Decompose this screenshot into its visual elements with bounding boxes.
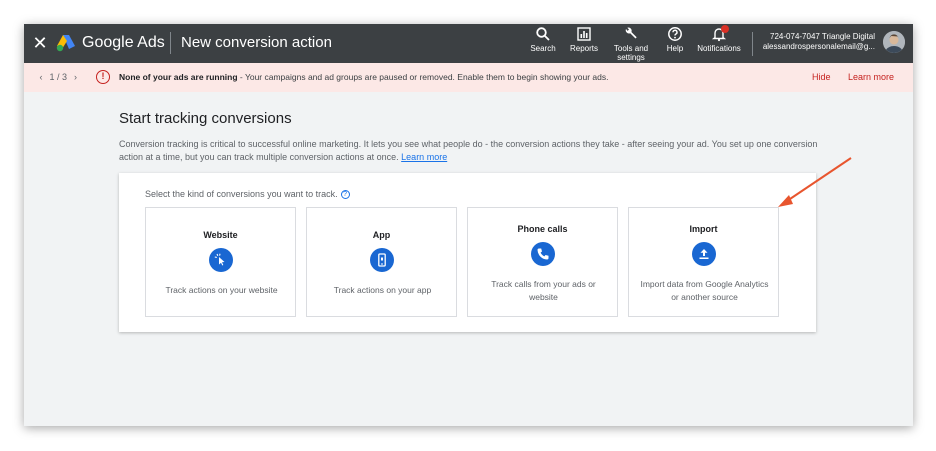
hide-button[interactable]: Hide [812, 72, 831, 83]
conversion-type-prompt: Select the kind of conversions you want … [145, 189, 350, 200]
pager-count: 1 / 3 [49, 72, 68, 82]
brand-name: Google Ads [82, 34, 165, 51]
description-learn-more-link[interactable]: Learn more [401, 152, 447, 162]
option-phone-calls[interactable]: Phone calls Track calls from your ads or… [467, 207, 618, 317]
banner-message: None of your ads are running - Your camp… [119, 72, 608, 83]
account-divider [752, 32, 753, 56]
phone-app-icon [370, 248, 394, 272]
error-icon: ! [96, 70, 110, 84]
chevron-right-icon[interactable]: › [70, 72, 82, 83]
help-icon [668, 27, 682, 41]
upload-icon [692, 242, 716, 266]
option-description: Track calls from your ads or website [491, 279, 596, 302]
bar-chart-icon [577, 27, 591, 41]
help-button[interactable]: Help [663, 26, 687, 53]
option-import[interactable]: Import Import data from Google Analytics… [628, 207, 779, 317]
option-description: Track actions on your website [165, 285, 278, 295]
option-website[interactable]: Website Track actions on your website [145, 207, 296, 317]
conversion-type-card: Select the kind of conversions you want … [119, 173, 816, 332]
banner-headline: None of your ads are running [119, 72, 238, 82]
option-title: App [372, 230, 391, 240]
google-ads-logo [56, 35, 75, 52]
title-divider [170, 32, 171, 54]
avatar-image [883, 31, 905, 53]
wrench-icon [625, 27, 637, 39]
tools-settings-label: Tools and settings [613, 44, 649, 62]
option-title: Website [203, 230, 238, 240]
alert-banner: ‹ 1 / 3 › ! None of your ads are running… [24, 63, 913, 92]
option-description: Import data from Google Analytics or ano… [640, 279, 769, 302]
notifications-button[interactable]: Notifications [694, 25, 744, 53]
option-app[interactable]: App Track actions on your app [306, 207, 457, 317]
close-icon[interactable]: ✕ [30, 33, 50, 53]
page-title: New conversion action [181, 34, 332, 51]
search-icon [536, 27, 550, 41]
page-heading: Start tracking conversions [119, 110, 292, 127]
page-description: Conversion tracking is critical to succe… [119, 138, 819, 164]
search-button[interactable]: Search [530, 26, 556, 53]
cursor-click-icon [209, 248, 233, 272]
prompt-text: Select the kind of conversions you want … [145, 189, 338, 199]
option-description: Track actions on your app [333, 285, 432, 295]
notification-badge [721, 25, 729, 33]
account-info[interactable]: 724-074-7047 Triangle Digital alessandro… [760, 32, 875, 52]
reports-label: Reports [569, 44, 598, 53]
top-bar: ✕ Google Ads New conversion action Searc… [24, 24, 913, 63]
avatar[interactable] [883, 31, 905, 53]
account-email: alessandrospersonalemail@g... [762, 42, 875, 51]
account-id: 724-074-7047 Triangle Digital [770, 32, 875, 41]
tools-settings-button[interactable]: Tools and settings [611, 26, 651, 62]
notifications-label: Notifications [697, 44, 741, 53]
option-title: Import [689, 224, 718, 234]
banner-learn-more-link[interactable]: Learn more [848, 72, 894, 83]
chevron-left-icon[interactable]: ‹ [35, 72, 47, 83]
reports-button[interactable]: Reports [568, 26, 600, 53]
banner-pager: ‹ 1 / 3 › [35, 72, 82, 83]
app-window: ✕ Google Ads New conversion action Searc… [24, 24, 913, 426]
banner-detail: - Your campaigns and ad groups are pause… [237, 72, 609, 82]
help-label: Help [666, 44, 684, 53]
phone-icon [531, 242, 555, 266]
search-label: Search [530, 44, 556, 53]
description-text: Conversion tracking is critical to succe… [119, 139, 818, 162]
help-icon[interactable]: ? [340, 190, 350, 199]
option-title: Phone calls [517, 224, 568, 234]
